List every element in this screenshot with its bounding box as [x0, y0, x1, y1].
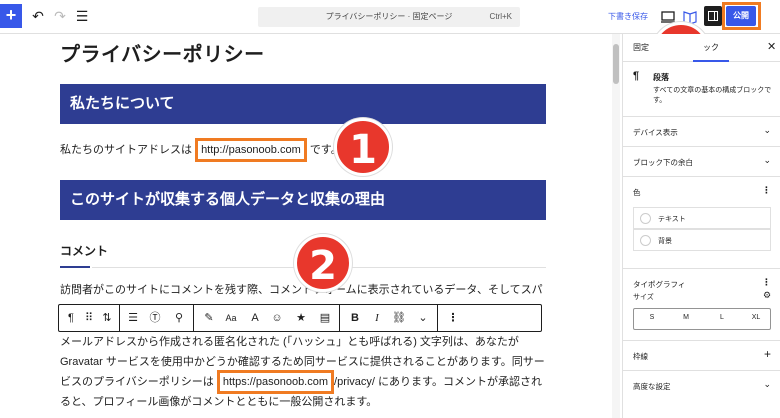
- paragraph-block-icon: ¶: [633, 70, 640, 82]
- para4-prefix: ビスのプライバシーポリシーは: [60, 376, 217, 388]
- more-options-icon[interactable]: ⋮: [762, 277, 771, 288]
- star-icon[interactable]: ★: [291, 305, 311, 331]
- text-color-option[interactable]: テキスト: [633, 207, 771, 229]
- block-options-icon[interactable]: ⋮: [443, 305, 463, 331]
- sidebar-tabs: 固定 ック ✕: [623, 34, 780, 62]
- paragraph-block-icon[interactable]: ¶: [61, 305, 81, 331]
- paragraph-line-4[interactable]: ビスのプライバシーポリシーは https://pasonoob.com/priv…: [60, 370, 542, 394]
- drag-handle-icon[interactable]: ⠿: [79, 305, 99, 331]
- font-icon[interactable]: Aa: [221, 305, 241, 331]
- emoji-icon[interactable]: ☺: [267, 305, 287, 331]
- panel-label: タイポグラフィ: [633, 280, 686, 289]
- toolbar-divider: [339, 305, 340, 331]
- size-option-m[interactable]: M: [676, 314, 696, 321]
- panel-color: 色 ⋮ テキスト 背景: [623, 176, 780, 274]
- more-formats-icon[interactable]: ⌄: [413, 305, 433, 331]
- block-toolbar: ¶ ⠿ ⇅ ☰ Ⓣ ⚲ ✎ Aa A ☺ ★ ▤ B I ⛓ ⌄ ⋮: [58, 304, 542, 332]
- editor-canvas[interactable]: プライバシーポリシー 私たちについて 私たちのサイトアドレスは http://p…: [0, 34, 610, 418]
- paragraph-line-3[interactable]: Gravatar サービスを使用中かどうか確認するため同サービスに提供されること…: [60, 352, 545, 372]
- more-options-icon[interactable]: ⋮: [762, 185, 771, 196]
- para4-suffix: /privacy/ にあります。コメントが承認され: [334, 376, 542, 388]
- chevron-down-icon: ⌄: [763, 125, 771, 135]
- panel-label: デバイス表示: [633, 128, 678, 137]
- add-block-button[interactable]: +: [0, 4, 22, 28]
- paragraph-line-5[interactable]: ると、プロフィール画像がコメントとともに一般公開されます。: [60, 392, 377, 412]
- heading-about[interactable]: 私たちについて: [60, 84, 546, 124]
- align-icon[interactable]: ☰: [123, 305, 143, 331]
- paragraph-line-2[interactable]: メールアドレスから作成される匿名化された (「ハッシュ」とも呼ばれる) 文字列は…: [60, 332, 519, 352]
- background-color-option[interactable]: 背景: [633, 229, 771, 251]
- italic-button[interactable]: I: [367, 305, 387, 331]
- document-title: プライバシーポリシー · 固定ページ: [325, 12, 453, 21]
- heading-comments[interactable]: コメント: [60, 242, 108, 259]
- color-swatch: [640, 235, 651, 246]
- shortcut-hint: Ctrl+K: [489, 12, 512, 21]
- move-icon[interactable]: ⇅: [97, 305, 117, 331]
- page-title[interactable]: プライバシーポリシー: [60, 38, 265, 67]
- toolbar-divider: [437, 305, 438, 331]
- plus-icon: +: [763, 347, 771, 361]
- panel-block-spacing[interactable]: ブロック下の余白 ⌄: [623, 146, 780, 176]
- command-palette-bar[interactable]: プライバシーポリシー · 固定ページ Ctrl+K: [258, 7, 520, 27]
- site-url-highlight: http://pasonoob.com: [195, 138, 307, 162]
- about-prefix: 私たちのサイトアドレスは: [60, 144, 196, 156]
- save-draft-button[interactable]: 下書き保存: [608, 11, 648, 22]
- size-option-s[interactable]: S: [642, 314, 662, 321]
- chevron-down-icon: ⌄: [763, 155, 771, 165]
- settings-icon[interactable]: ⚙: [763, 290, 771, 301]
- chevron-down-icon: ⌄: [763, 379, 771, 389]
- style-icon[interactable]: Ⓣ: [145, 305, 165, 331]
- paint-icon[interactable]: ⚲: [169, 305, 189, 331]
- scrollbar-thumb[interactable]: [613, 44, 619, 84]
- marker-two: 2: [294, 234, 352, 292]
- undo-icon[interactable]: ↶: [30, 8, 46, 24]
- marker-one: 1: [334, 118, 392, 176]
- editor-scrollbar[interactable]: [612, 34, 620, 418]
- size-option-xl[interactable]: XL: [746, 314, 766, 321]
- size-label: サイズ: [633, 294, 654, 301]
- tab-block[interactable]: ック: [703, 42, 719, 53]
- block-description: すべての文章の基本の構成ブロックです。: [653, 87, 772, 104]
- heading-underline: [60, 266, 90, 268]
- panel-label: 色: [633, 188, 641, 197]
- settings-sidebar-toggle[interactable]: [704, 6, 722, 26]
- color-swatch: [640, 213, 651, 224]
- list-view-icon[interactable]: ☰: [74, 8, 90, 24]
- bold-button[interactable]: B: [345, 305, 365, 331]
- color-label: テキスト: [658, 216, 686, 223]
- pen-icon[interactable]: ✎: [199, 305, 219, 331]
- block-name: 段落: [653, 73, 669, 82]
- panel-advanced[interactable]: 高度な設定 ⌄: [623, 370, 780, 400]
- redo-icon[interactable]: ↷: [52, 8, 68, 24]
- text-size-icon[interactable]: A: [245, 305, 265, 331]
- panel-label: 高度な設定: [633, 382, 671, 391]
- panel-label: ブロック下の余白: [633, 158, 693, 167]
- paragraph-site-address[interactable]: 私たちのサイトアドレスは http://pasonoob.com です。: [60, 138, 342, 162]
- publish-highlight-box: [722, 2, 761, 30]
- panel-label: 枠線: [633, 352, 648, 361]
- close-icon[interactable]: ✕: [767, 40, 776, 53]
- settings-sidebar: 固定 ック ✕ ¶ 段落 すべての文章の基本の構成ブロックです。 デバイス表示 …: [622, 34, 780, 418]
- panel-device-visibility[interactable]: デバイス表示 ⌄: [623, 116, 780, 146]
- size-option-l[interactable]: L: [712, 314, 732, 321]
- link-icon[interactable]: ⛓: [389, 305, 409, 331]
- color-label: 背景: [658, 238, 672, 245]
- toolbar-divider: [119, 305, 120, 331]
- privacy-url-highlight: https://pasonoob.com: [216, 370, 335, 394]
- tab-page[interactable]: 固定: [633, 42, 649, 53]
- heading-personal-data[interactable]: このサイトが収集する個人データと収集の理由: [60, 180, 546, 220]
- font-size-picker: S M L XL: [633, 308, 771, 330]
- toolbar-divider: [193, 305, 194, 331]
- active-tab-indicator: [693, 60, 729, 62]
- book-icon[interactable]: ▤: [315, 305, 335, 331]
- panel-border[interactable]: 枠線 +: [623, 340, 780, 370]
